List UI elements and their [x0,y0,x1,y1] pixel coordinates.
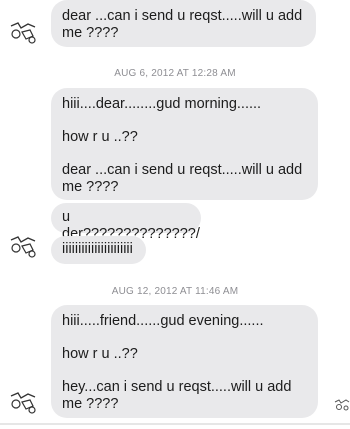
message-text: how r u ..?? [62,129,138,145]
timestamp: AUG 6, 2012 AT 12:28 AM [114,68,236,79]
message-text: hey...can i send u reqst.....will u add … [62,379,292,412]
doodle-avatar-icon [10,236,36,258]
timestamp: AUG 12, 2012 AT 11:46 AM [111,286,239,297]
message-text: iiiiiiiiiiiiiiiiiiiiii [62,241,133,257]
message-bubble[interactable]: hiii....dear........gud morning...... ho… [51,88,318,200]
message-bubble[interactable]: iiiiiiiiiiiiiiiiiiiiii [51,236,146,264]
message-text: dear ...can i send u reqst.....will u ad… [62,162,303,195]
divider [0,423,350,425]
avatar[interactable] [8,234,38,258]
message-bubble[interactable]: dear ...can i send u reqst.....will u ad… [51,0,316,47]
message-text: how r u ..?? [62,346,138,362]
doodle-small-icon [334,399,350,411]
message-text: dear ...can i send u reqst.....will u ad… [62,8,303,41]
message-bubble[interactable]: hiii.....friend......gud evening...... h… [51,305,318,418]
doodle-avatar-icon [10,392,36,414]
doodle-small-icon [334,398,350,412]
message-text: hiii....dear........gud morning...... [62,96,262,112]
avatar[interactable] [8,390,38,414]
message-bubble[interactable]: u der??????????????/ [51,203,201,242]
avatar[interactable] [8,20,38,44]
doodle-avatar-icon [10,22,36,44]
message-text: hiii.....friend......gud evening...... [62,313,264,329]
